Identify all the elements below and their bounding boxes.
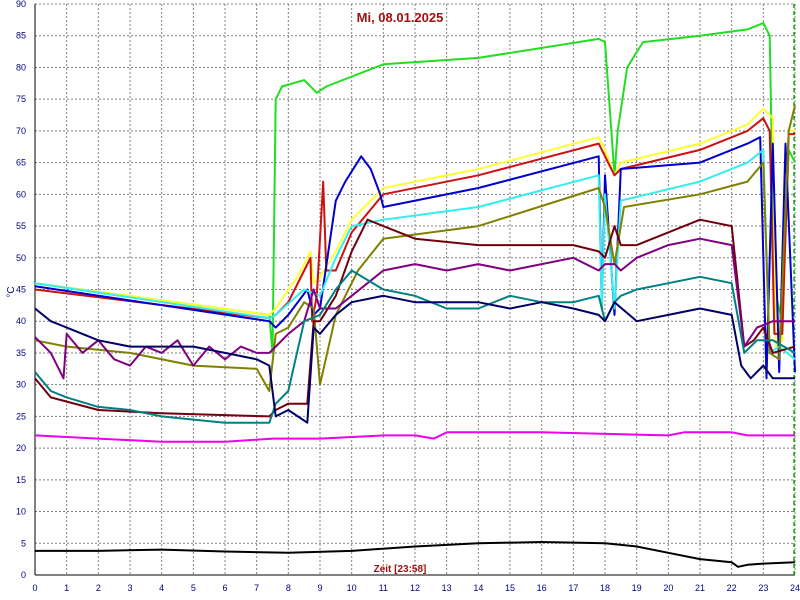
y-tick-label: 50 — [16, 253, 26, 263]
y-tick-label: 60 — [16, 189, 26, 199]
y-tick-label: 70 — [16, 126, 26, 136]
x-axis-label: Zeit [23:58] — [374, 564, 427, 575]
y-tick-label: 20 — [16, 443, 26, 453]
x-tick-label: 24 — [790, 583, 800, 593]
y-tick-label: 15 — [16, 475, 26, 485]
x-tick-label: 18 — [600, 583, 610, 593]
x-tick-label: 3 — [127, 583, 132, 593]
x-tick-label: 19 — [632, 583, 642, 593]
x-tick-label: 13 — [442, 583, 452, 593]
y-tick-label: 75 — [16, 94, 26, 104]
x-tick-label: 7 — [254, 583, 259, 593]
x-tick-label: 15 — [505, 583, 515, 593]
x-tick-label: 10 — [347, 583, 357, 593]
x-tick-label: 9 — [317, 583, 322, 593]
y-tick-label: 35 — [16, 348, 26, 358]
y-tick-label: 30 — [16, 380, 26, 390]
x-tick-label: 8 — [286, 583, 291, 593]
y-tick-label: 85 — [16, 31, 26, 41]
y-tick-label: 55 — [16, 221, 26, 231]
y-tick-label: 40 — [16, 316, 26, 326]
x-tick-label: 22 — [727, 583, 737, 593]
y-axis-label: °C — [6, 286, 17, 297]
x-tick-label: 6 — [222, 583, 227, 593]
x-tick-label: 20 — [663, 583, 673, 593]
x-tick-label: 12 — [410, 583, 420, 593]
y-tick-label: 90 — [16, 0, 26, 9]
x-tick-label: 17 — [568, 583, 578, 593]
y-tick-label: 10 — [16, 507, 26, 517]
x-tick-label: 4 — [159, 583, 164, 593]
x-tick-label: 21 — [695, 583, 705, 593]
series-line — [34, 294, 795, 424]
line-chart: 0 1 2 3 4 5 6 7 8 9 10 11 12 13 14 15 16 17 18 19 20 21 22 23 24… — [6, 0, 800, 593]
y-tick-label: 45 — [16, 285, 26, 295]
y-tick-label: 25 — [16, 411, 26, 421]
x-tick-label: 11 — [379, 583, 388, 593]
x-tick-label: 14 — [473, 583, 483, 593]
x-tick-label: 5 — [191, 583, 196, 593]
x-tick-label: 23 — [758, 583, 768, 593]
y-tick-label: 65 — [16, 158, 26, 168]
x-tick-label: 0 — [32, 583, 37, 593]
x-tick-label: 16 — [537, 583, 547, 593]
chart-title: Mi, 08.01.2025 — [357, 10, 444, 25]
x-tick-label: 2 — [96, 583, 101, 593]
x-tick-label: 1 — [64, 583, 69, 593]
y-tick-label: 5 — [21, 538, 26, 548]
y-tick-label: 80 — [16, 62, 26, 72]
y-tick-label: 0 — [21, 570, 26, 580]
grid — [34, 3, 796, 576]
